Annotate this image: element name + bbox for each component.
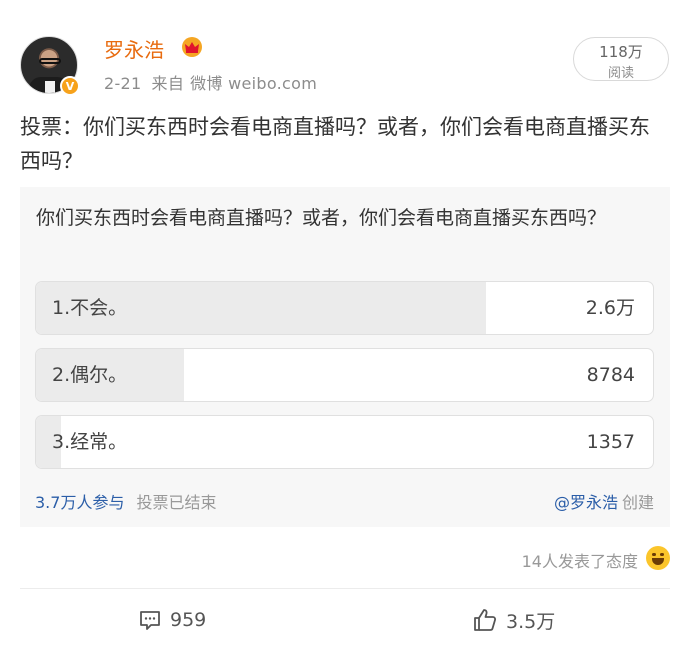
poll-option-1-count: 2.6万 xyxy=(585,297,635,319)
poll-creator: @罗永浩 创建 xyxy=(554,489,654,513)
author-name[interactable]: 罗永浩 xyxy=(104,34,164,63)
poll-option-1[interactable]: 1.不会。 2.6万 xyxy=(35,281,654,335)
poll-option-3-label: 3.经常。 xyxy=(52,431,128,453)
poll-option-3[interactable]: 3.经常。 1357 xyxy=(35,415,654,469)
verified-badge-icon: V xyxy=(60,76,80,96)
poll-status: 投票已结束 xyxy=(136,493,217,512)
read-count: 118万 xyxy=(599,43,643,61)
post-source-prefix: 来自 xyxy=(151,74,185,93)
poll-option-1-label: 1.不会。 xyxy=(52,297,128,319)
read-count-pill: 118万 阅读 xyxy=(573,37,669,81)
poll-footer: 3.7万人参与 投票已结束 xyxy=(35,489,216,513)
poll-option-2-label: 2.偶尔。 xyxy=(52,364,128,386)
crown-icon xyxy=(182,37,202,57)
avatar[interactable]: V xyxy=(20,36,80,96)
poll-creator-suffix: 创建 xyxy=(621,493,654,512)
avatar-glasses xyxy=(39,58,61,64)
like-button[interactable]: 3.5万 xyxy=(472,604,555,636)
post-text: 投票：你们买东西时会看电商直播吗？或者，你们会看电商直播买东西吗？ xyxy=(20,115,650,173)
divider xyxy=(20,588,670,589)
grin-emoji-icon[interactable] xyxy=(646,546,670,570)
like-count: 3.5万 xyxy=(506,610,556,633)
poll-participants[interactable]: 3.7万人参与 xyxy=(35,493,124,512)
poll-option-2-count: 8784 xyxy=(586,364,635,386)
post-date: 2-21 xyxy=(104,74,142,93)
comment-count: 959 xyxy=(170,609,207,631)
comment-icon xyxy=(140,611,160,630)
poll-option-2[interactable]: 2.偶尔。 8784 xyxy=(35,348,654,402)
poll-question: 你们买东西时会看电商直播吗？或者，你们会看电商直播买东西吗？ xyxy=(36,207,607,229)
avatar-collar xyxy=(45,81,55,93)
read-count-label: 阅读 xyxy=(607,66,634,81)
comment-button[interactable]: 959 xyxy=(138,604,206,636)
reactions-summary[interactable]: 14人发表了态度 xyxy=(522,548,638,572)
thumbs-up-icon xyxy=(474,609,497,631)
post-meta: 2-21 来自 微博 weibo.com xyxy=(104,70,327,94)
poll-creator-handle[interactable]: @罗永浩 xyxy=(554,493,618,512)
post-source: 微博 weibo.com xyxy=(190,74,318,93)
poll-option-3-count: 1357 xyxy=(586,431,635,453)
poll-card: 你们买东西时会看电商直播吗？或者，你们会看电商直播买东西吗？ 1.不会。 2.6… xyxy=(20,187,670,527)
